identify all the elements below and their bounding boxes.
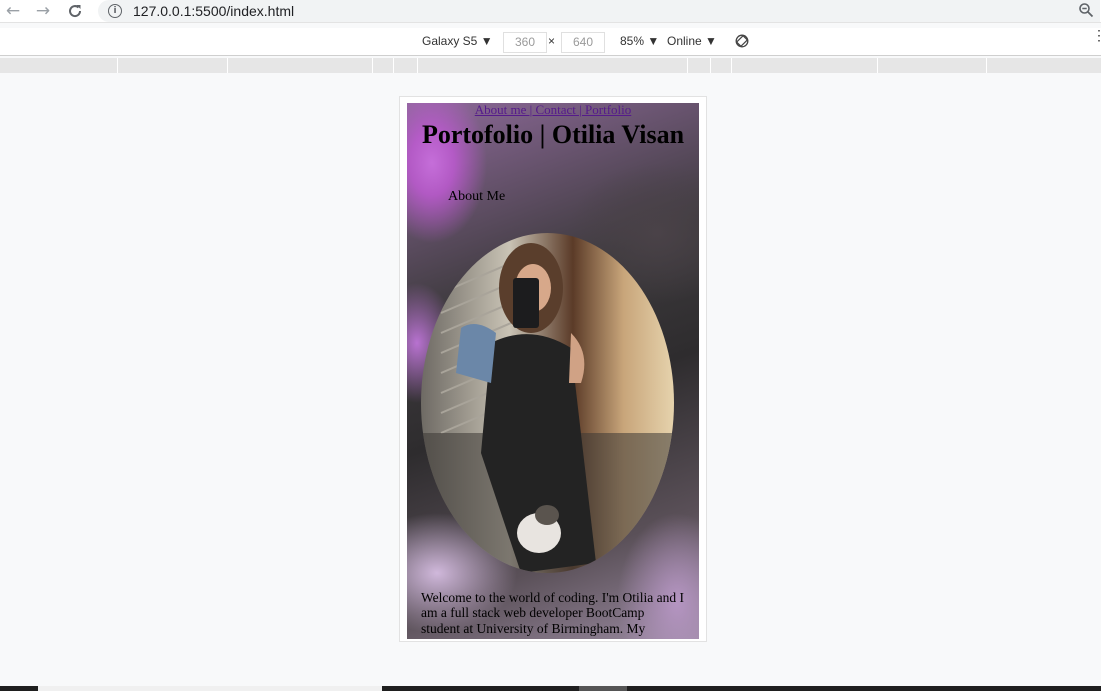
taskbar-segment: [38, 686, 382, 691]
dimension-separator: ×: [548, 34, 556, 48]
intro-paragraph: Welcome to the world of coding. I'm Otil…: [421, 590, 685, 636]
ruler-divider: [877, 58, 878, 73]
device-toolbar: Galaxy S5 ▼ 360 × 640 85% ▼ Online ▼ ⋮: [0, 28, 1101, 56]
ruler-divider: [687, 58, 688, 73]
rotate-icon[interactable]: [735, 34, 749, 48]
device-frame: About me | Contact | Portfolio Portofoli…: [399, 96, 707, 642]
taskbar-strip: [0, 686, 1101, 691]
taskbar-segment: [579, 686, 627, 691]
url-field[interactable]: i 127.0.0.1:5500/index.html: [98, 0, 1100, 22]
ruler-divider: [417, 58, 418, 73]
device-select[interactable]: Galaxy S5 ▼: [422, 28, 493, 55]
info-icon[interactable]: i: [108, 4, 122, 18]
throttle-select[interactable]: Online ▼: [667, 28, 717, 55]
about-me-heading: About Me: [448, 189, 506, 204]
ruler-divider: [393, 58, 394, 73]
ruler-divider: [227, 58, 228, 73]
arrow-right-icon[interactable]: →: [32, 0, 54, 22]
arrow-left-icon[interactable]: ←: [2, 0, 24, 22]
zoom-select[interactable]: 85% ▼: [620, 28, 659, 55]
ruler-divider: [117, 58, 118, 73]
profile-photo: [421, 233, 674, 573]
height-input[interactable]: 640: [561, 32, 605, 53]
more-vertical-icon[interactable]: ⋮: [1092, 28, 1101, 50]
ruler-divider: [731, 58, 732, 73]
page-title: Portofolio | Otilia Visan: [421, 120, 685, 149]
ruler-divider: [372, 58, 373, 73]
ruler-divider: [710, 58, 711, 73]
nav-links[interactable]: About me | Contact | Portfolio: [407, 103, 699, 117]
url-text[interactable]: 127.0.0.1:5500/index.html: [133, 0, 294, 22]
width-input[interactable]: 360: [503, 32, 547, 53]
ruler-divider: [986, 58, 987, 73]
zoom-out-icon[interactable]: [1078, 2, 1094, 18]
browser-address-bar: ← → i 127.0.0.1:5500/index.html: [0, 0, 1101, 23]
page-viewport[interactable]: About me | Contact | Portfolio Portofoli…: [407, 103, 699, 639]
reload-icon[interactable]: [64, 0, 86, 22]
media-query-ruler[interactable]: [0, 58, 1101, 73]
